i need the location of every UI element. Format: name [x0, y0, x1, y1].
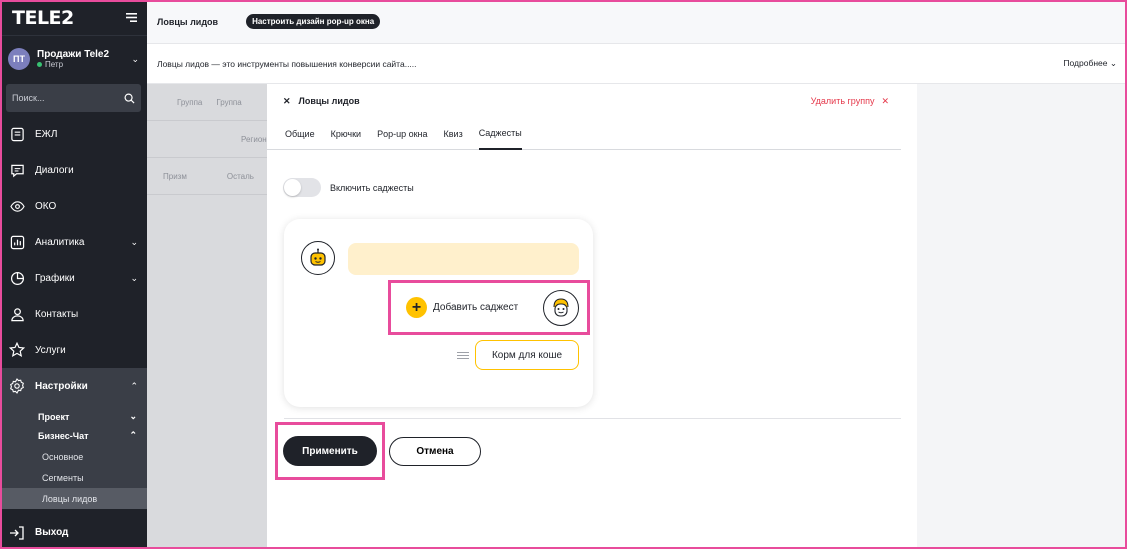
panel-title: ✕ Ловцы лидов: [283, 96, 360, 107]
table-header: Группа: [216, 97, 242, 107]
plus-icon: +: [406, 297, 427, 318]
sidebar-subitem-main[interactable]: Основное: [0, 446, 147, 467]
bot-avatar-icon: [301, 241, 335, 275]
sidebar-item-contacts[interactable]: Контакты: [0, 296, 147, 332]
sidebar-item-label: Контакты: [35, 308, 79, 320]
chat-icon: [9, 162, 25, 178]
star-icon: [9, 342, 25, 358]
logo-row: TELE2: [0, 0, 147, 35]
lead-catchers-panel: ✕ Ловцы лидов Удалить группу ✕ Общие Крю…: [267, 84, 917, 549]
user-name: Петр: [45, 60, 64, 69]
table-row: Регион: [147, 121, 267, 158]
chevron-down-icon: ⌄: [1109, 58, 1117, 68]
sidebar-item-label: Настройки: [35, 380, 88, 392]
background-table: Группа Группа Регион Призм Осталь: [147, 84, 267, 549]
sidebar-item-label: Диалоги: [35, 164, 74, 176]
more-link-label: Подробнее: [1063, 58, 1108, 68]
chat-preview: + Добавить саджест Корм для коше: [284, 219, 593, 407]
table-cell: Призм: [163, 171, 187, 181]
drag-handle-icon[interactable]: [457, 352, 469, 359]
sidebar: TELE2 ПТ Продажи Tele2 Петр ⌄ Поиск... Е…: [0, 0, 147, 549]
menu-icon[interactable]: [126, 11, 137, 25]
divider: [284, 418, 901, 419]
pie-chart-icon: [9, 270, 25, 286]
tab-general[interactable]: Общие: [285, 118, 315, 150]
table-row: Призм Осталь: [147, 158, 267, 195]
sidebar-item-label: Услуги: [35, 344, 66, 356]
chevron-down-icon: ⌄: [129, 411, 137, 421]
sidebar-item-charts[interactable]: Графики ⌄: [0, 260, 147, 296]
chevron-up-icon: ⌃: [130, 380, 138, 391]
configure-popup-button[interactable]: Настроить дизайн pop-up окна: [246, 14, 381, 29]
suggests-toggle[interactable]: [283, 178, 321, 197]
info-bar: Ловцы лидов — это инструменты повышения …: [147, 44, 1127, 84]
sidebar-subitem-business-chat[interactable]: Бизнес-Чат ⌃: [0, 425, 147, 446]
sidebar-item-label: ЕЖЛ: [35, 128, 58, 140]
bot-message-bubble: [348, 243, 579, 275]
tab-hooks[interactable]: Крючки: [331, 118, 361, 150]
delete-group-label: Удалить группу: [810, 96, 875, 106]
suggests-toggle-label: Включить саджесты: [330, 182, 414, 193]
panel-tabs: Общие Крючки Pop-up окна Квиз Саджесты: [267, 118, 901, 150]
table-cell: Регион: [241, 134, 267, 144]
add-suggest-button[interactable]: + Добавить саджест: [388, 280, 590, 335]
table-header: Группа: [177, 97, 203, 107]
page-title: Ловцы лидов: [157, 16, 219, 27]
analytics-icon: [9, 234, 25, 250]
table-cell: Осталь: [226, 171, 254, 181]
close-icon: ✕: [881, 95, 889, 106]
sidebar-subitem-lead-catchers[interactable]: Ловцы лидов: [0, 488, 147, 509]
top-bar: Ловцы лидов Настроить дизайн pop-up окна: [147, 0, 1127, 44]
sidebar-subitem-label: Бизнес-Чат: [38, 430, 89, 441]
apply-highlight: Применить: [275, 422, 385, 480]
sidebar-subitem-project[interactable]: Проект ⌄: [0, 404, 147, 425]
logout-label: Выход: [35, 527, 69, 538]
tab-suggests[interactable]: Саджесты: [478, 118, 522, 150]
suggests-toggle-row: Включить саджесты: [283, 178, 414, 197]
tele2-logo[interactable]: TELE2: [12, 7, 74, 29]
add-suggest-label: Добавить саджест: [433, 302, 519, 313]
sidebar-item-label: ОКО: [35, 200, 57, 212]
close-icon[interactable]: ✕: [283, 96, 291, 107]
search-icon[interactable]: [124, 93, 135, 104]
eye-icon: [9, 198, 25, 214]
table-row: Группа Группа: [147, 84, 267, 121]
chevron-down-icon: ⌄: [130, 236, 138, 247]
gear-icon: [9, 378, 25, 394]
search-placeholder: Поиск...: [12, 93, 45, 103]
panel-title-text: Ловцы лидов: [298, 96, 360, 106]
delete-group-button[interactable]: Удалить группу ✕: [811, 96, 889, 107]
sidebar-item-services[interactable]: Услуги: [0, 332, 147, 368]
user-avatar-icon: [543, 290, 579, 326]
logout-button[interactable]: Выход: [0, 516, 147, 549]
sidebar-item-analytics[interactable]: Аналитика ⌄: [0, 224, 147, 260]
sidebar-search-input[interactable]: Поиск...: [6, 84, 141, 112]
panel-header: ✕ Ловцы лидов Удалить группу ✕: [267, 84, 917, 118]
info-text: Ловцы лидов — это инструменты повышения …: [157, 58, 417, 69]
account-name: Продажи Tele2: [37, 49, 110, 60]
contacts-icon: [9, 306, 25, 322]
sidebar-item-label: Графики: [35, 272, 75, 284]
chevron-up-icon: ⌃: [129, 430, 137, 440]
avatar: ПТ: [8, 48, 30, 70]
tab-quiz[interactable]: Квиз: [444, 118, 463, 150]
suggest-chip[interactable]: Корм для коше: [475, 340, 579, 370]
sidebar-item-settings[interactable]: Настройки ⌃: [0, 368, 147, 404]
sidebar-subitem-segments[interactable]: Сегменты: [0, 467, 147, 488]
apply-button[interactable]: Применить: [283, 436, 377, 466]
more-link[interactable]: Подробнее ⌄: [1063, 58, 1117, 69]
logout-icon: [9, 525, 25, 541]
sidebar-item-label: Аналитика: [35, 236, 85, 248]
sidebar-subitem-label: Проект: [38, 411, 70, 422]
account-switcher[interactable]: ПТ Продажи Tele2 Петр ⌄: [0, 35, 147, 82]
sidebar-item-dialogs[interactable]: Диалоги: [0, 152, 147, 188]
chevron-down-icon: ⌄: [130, 272, 138, 283]
sidebar-item-oko[interactable]: ОКО: [0, 188, 147, 224]
tab-popups[interactable]: Pop-up окна: [377, 118, 427, 150]
online-status-icon: [37, 62, 42, 67]
document-icon: [9, 126, 25, 142]
sidebar-item-ezhl[interactable]: ЕЖЛ: [0, 116, 147, 152]
cancel-button[interactable]: Отмена: [389, 437, 481, 466]
chevron-down-icon[interactable]: ⌄: [131, 54, 139, 65]
